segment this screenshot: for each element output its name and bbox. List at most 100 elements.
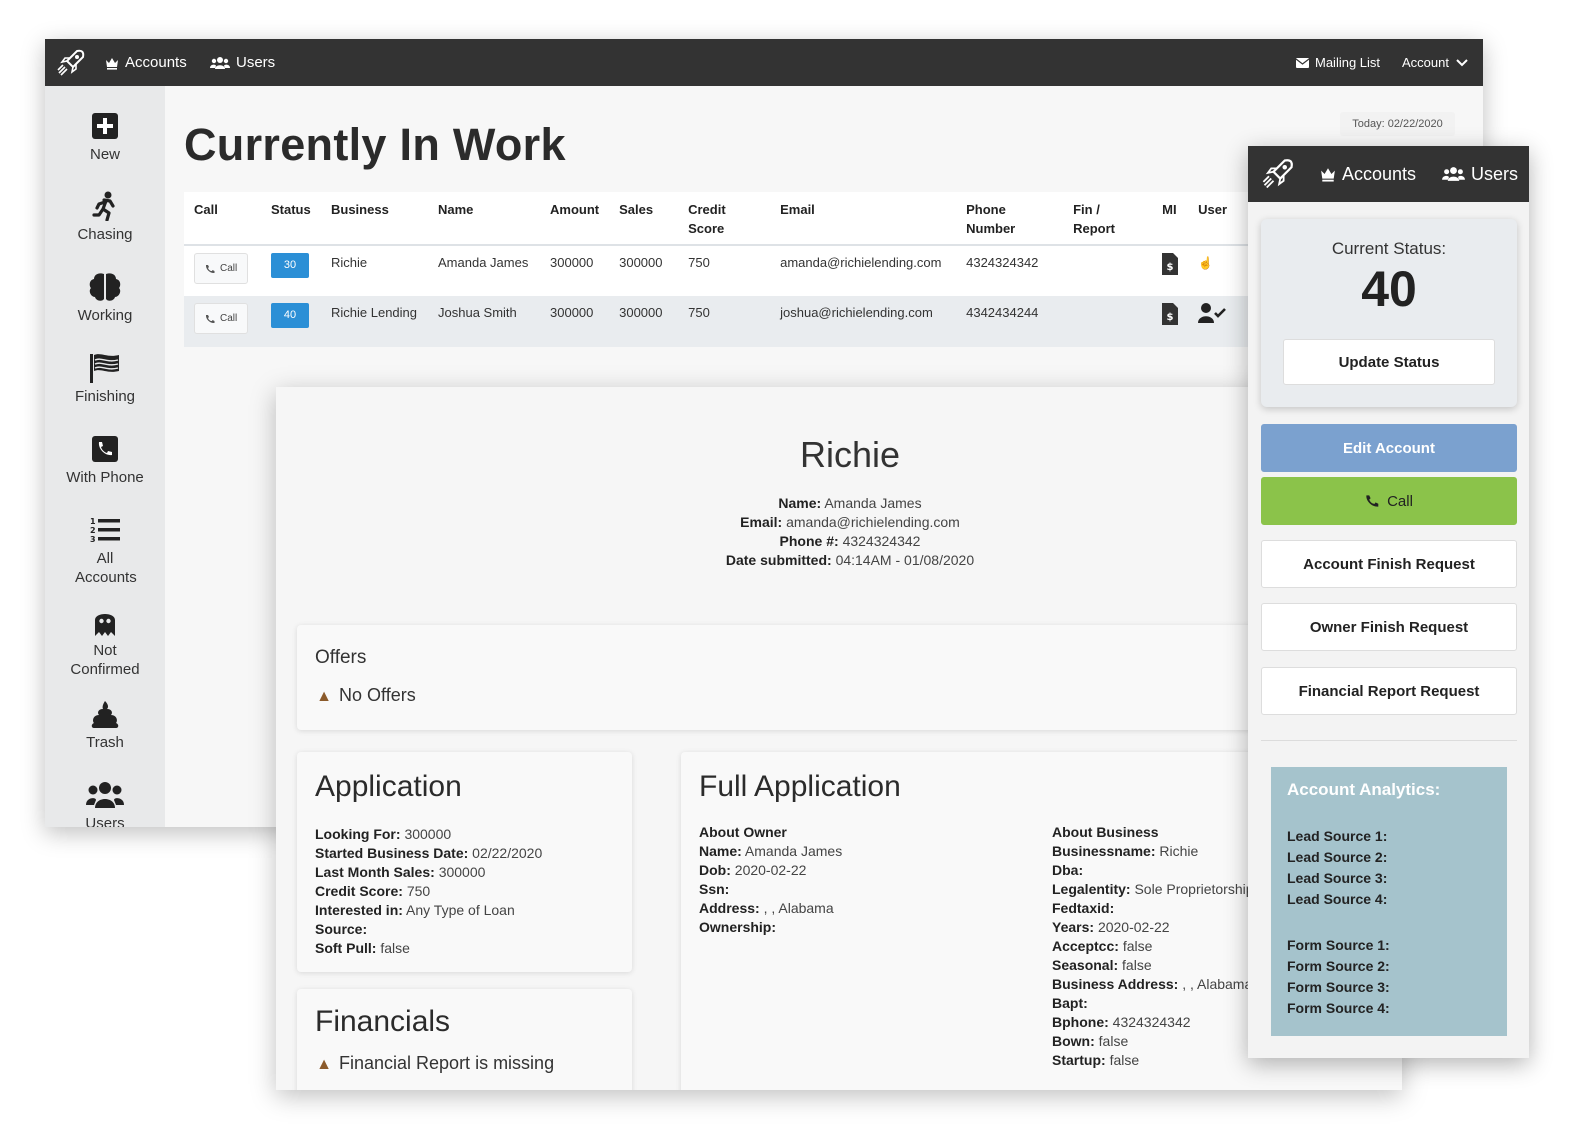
cell-amount: 300000: [540, 296, 610, 347]
col-header[interactable]: Amount: [540, 192, 610, 246]
date-submitted-label: Date submitted:: [725, 552, 832, 568]
crown-icon: [106, 57, 118, 70]
account-detail-window: Richie Name: Amanda James Email: amanda@…: [276, 387, 1402, 1090]
col-header[interactable]: Status: [261, 192, 321, 246]
nav-users-label: Users: [236, 54, 276, 71]
form-source-row: Form Source 3:: [1287, 979, 1390, 995]
col-header[interactable]: Call: [184, 192, 261, 246]
no-offers-text: No Offers: [339, 685, 416, 705]
sidebar-item-label: Chasing: [77, 226, 133, 243]
svg-text:$: $: [1167, 312, 1174, 323]
sidebar-item-finishing[interactable]: Finishing: [45, 353, 165, 406]
nav-mailing-list-label: Mailing List: [1315, 55, 1381, 70]
nav-accounts[interactable]: Accounts: [105, 39, 187, 86]
nav-account-dropdown[interactable]: Account: [1402, 39, 1468, 86]
sidebar-item-with-phone[interactable]: With Phone: [45, 434, 165, 487]
offers-empty-message: ▲ No Offers: [315, 685, 1402, 706]
sidebar-item-not-confirmed[interactable]: Not Confirmed: [45, 607, 165, 679]
phone-icon: [205, 264, 215, 273]
about-owner-section: About Owner Name: Amanda James Dob: 2020…: [699, 824, 843, 935]
sidebar-item-working[interactable]: Working: [45, 272, 165, 325]
form-source-row: Form Source 1:: [1287, 937, 1390, 953]
table-row[interactable]: Call 30 Richie Amanda James 300000 30000…: [184, 245, 1254, 296]
lead-source-row: Lead Source 2:: [1287, 849, 1388, 865]
sidebar-item-label: Not Confirmed: [70, 642, 140, 678]
svg-text:$: $: [1167, 262, 1174, 273]
sidebar-item-trash[interactable]: Trash: [45, 699, 165, 752]
ghost-user-icon[interactable]: ☝: [1198, 256, 1213, 270]
cell-credit-score: 750: [688, 255, 710, 270]
divider: [1261, 740, 1517, 741]
cell-amount: 300000: [550, 255, 594, 270]
call-label: Call: [220, 313, 238, 324]
current-status-card: Current Status: 40 Update Status: [1261, 219, 1517, 407]
col-header[interactable]: Business: [321, 192, 428, 246]
rocket-logo-icon[interactable]: [55, 47, 87, 79]
sidebar-item-all-accounts[interactable]: 123 All Accounts: [45, 515, 165, 587]
date-submitted: 04:14AM - 01/08/2020: [835, 552, 975, 568]
account-business-name: Richie: [799, 434, 901, 475]
rocket-logo-icon[interactable]: [1260, 156, 1296, 192]
crown-icon: [1321, 168, 1335, 182]
sidebar-item-label: Finishing: [74, 388, 136, 405]
account-analytics-box: Account Analytics: Lead Source 1: Lead S…: [1271, 767, 1507, 1036]
account-finish-request-button[interactable]: Account Finish Request: [1261, 540, 1517, 588]
file-invoice-dollar-icon[interactable]: $: [1162, 303, 1179, 325]
financials-missing-text: Financial Report is missing: [339, 1053, 555, 1073]
cell-fin-report: [1063, 245, 1152, 296]
update-status-button[interactable]: Update Status: [1283, 339, 1495, 385]
table-row[interactable]: Call 40 Richie Lending Joshua Smith 3000…: [184, 296, 1254, 347]
sidebar-item-new[interactable]: New: [45, 111, 165, 164]
col-header[interactable]: Email: [770, 192, 957, 246]
edit-account-button[interactable]: Edit Account: [1261, 424, 1517, 472]
panel-nav-accounts[interactable]: Accounts: [1320, 146, 1416, 202]
status-badge[interactable]: 30: [271, 253, 309, 278]
sidebar: New Chasing Working Finishing With Phone…: [45, 86, 165, 827]
col-header[interactable]: Name: [428, 192, 540, 246]
name-label: Name:: [778, 495, 822, 511]
owner-finish-request-button[interactable]: Owner Finish Request: [1261, 603, 1517, 651]
svg-text:3: 3: [90, 535, 96, 544]
phone-square-icon: [92, 436, 118, 462]
status-badge[interactable]: 40: [271, 303, 309, 328]
panel-nav-users[interactable]: Users: [1442, 146, 1518, 202]
col-header[interactable]: Sales: [609, 192, 679, 246]
running-icon: [92, 191, 115, 221]
users-icon: [210, 56, 230, 69]
phone-icon: [1366, 495, 1379, 507]
user-check-icon[interactable]: [1198, 303, 1227, 323]
ghost-icon: [95, 614, 115, 636]
file-invoice-dollar-icon[interactable]: $: [1162, 253, 1179, 275]
plus-square-icon: [92, 113, 118, 139]
sidebar-item-users[interactable]: Users: [45, 780, 165, 827]
sidebar-item-chasing[interactable]: Chasing: [45, 191, 165, 244]
call-label: Call: [220, 263, 238, 274]
contact-phone: 4324324342: [842, 533, 921, 549]
call-button[interactable]: Call: [194, 303, 249, 334]
nav-mailing-list[interactable]: Mailing List: [1296, 39, 1380, 86]
col-header[interactable]: Fin / Report: [1063, 192, 1153, 246]
col-header[interactable]: Credit Score: [678, 192, 771, 246]
contact-email: amanda@richielending.com: [786, 514, 960, 530]
call-button[interactable]: Call: [194, 253, 249, 284]
cell-email: joshua@richielending.com: [770, 296, 957, 347]
cell-sales: 300000: [619, 255, 663, 270]
current-status-value: 40: [1361, 261, 1417, 317]
sidebar-item-label: Working: [77, 307, 133, 324]
call-button[interactable]: Call: [1261, 477, 1517, 525]
nav-users[interactable]: Users: [210, 39, 275, 86]
col-header[interactable]: Phone Number: [956, 192, 1064, 246]
col-header[interactable]: MI: [1152, 192, 1189, 246]
contact-name: Amanda James: [824, 495, 922, 511]
cell-email: amanda@richielending.com: [780, 255, 942, 270]
col-header[interactable]: User: [1188, 192, 1254, 246]
accounts-table: Call Status Business Name Amount Sales C…: [184, 192, 1254, 347]
nav-account-label: Account: [1402, 55, 1449, 70]
brain-icon: [89, 273, 121, 301]
financial-report-request-button[interactable]: Financial Report Request: [1261, 667, 1517, 715]
cell-name: Joshua Smith: [428, 296, 540, 347]
sidebar-item-label: With Phone: [66, 469, 144, 486]
cell-phone: 4324324342: [966, 255, 1039, 270]
poop-icon: [91, 701, 119, 728]
cell-fin-report: [1063, 296, 1153, 347]
